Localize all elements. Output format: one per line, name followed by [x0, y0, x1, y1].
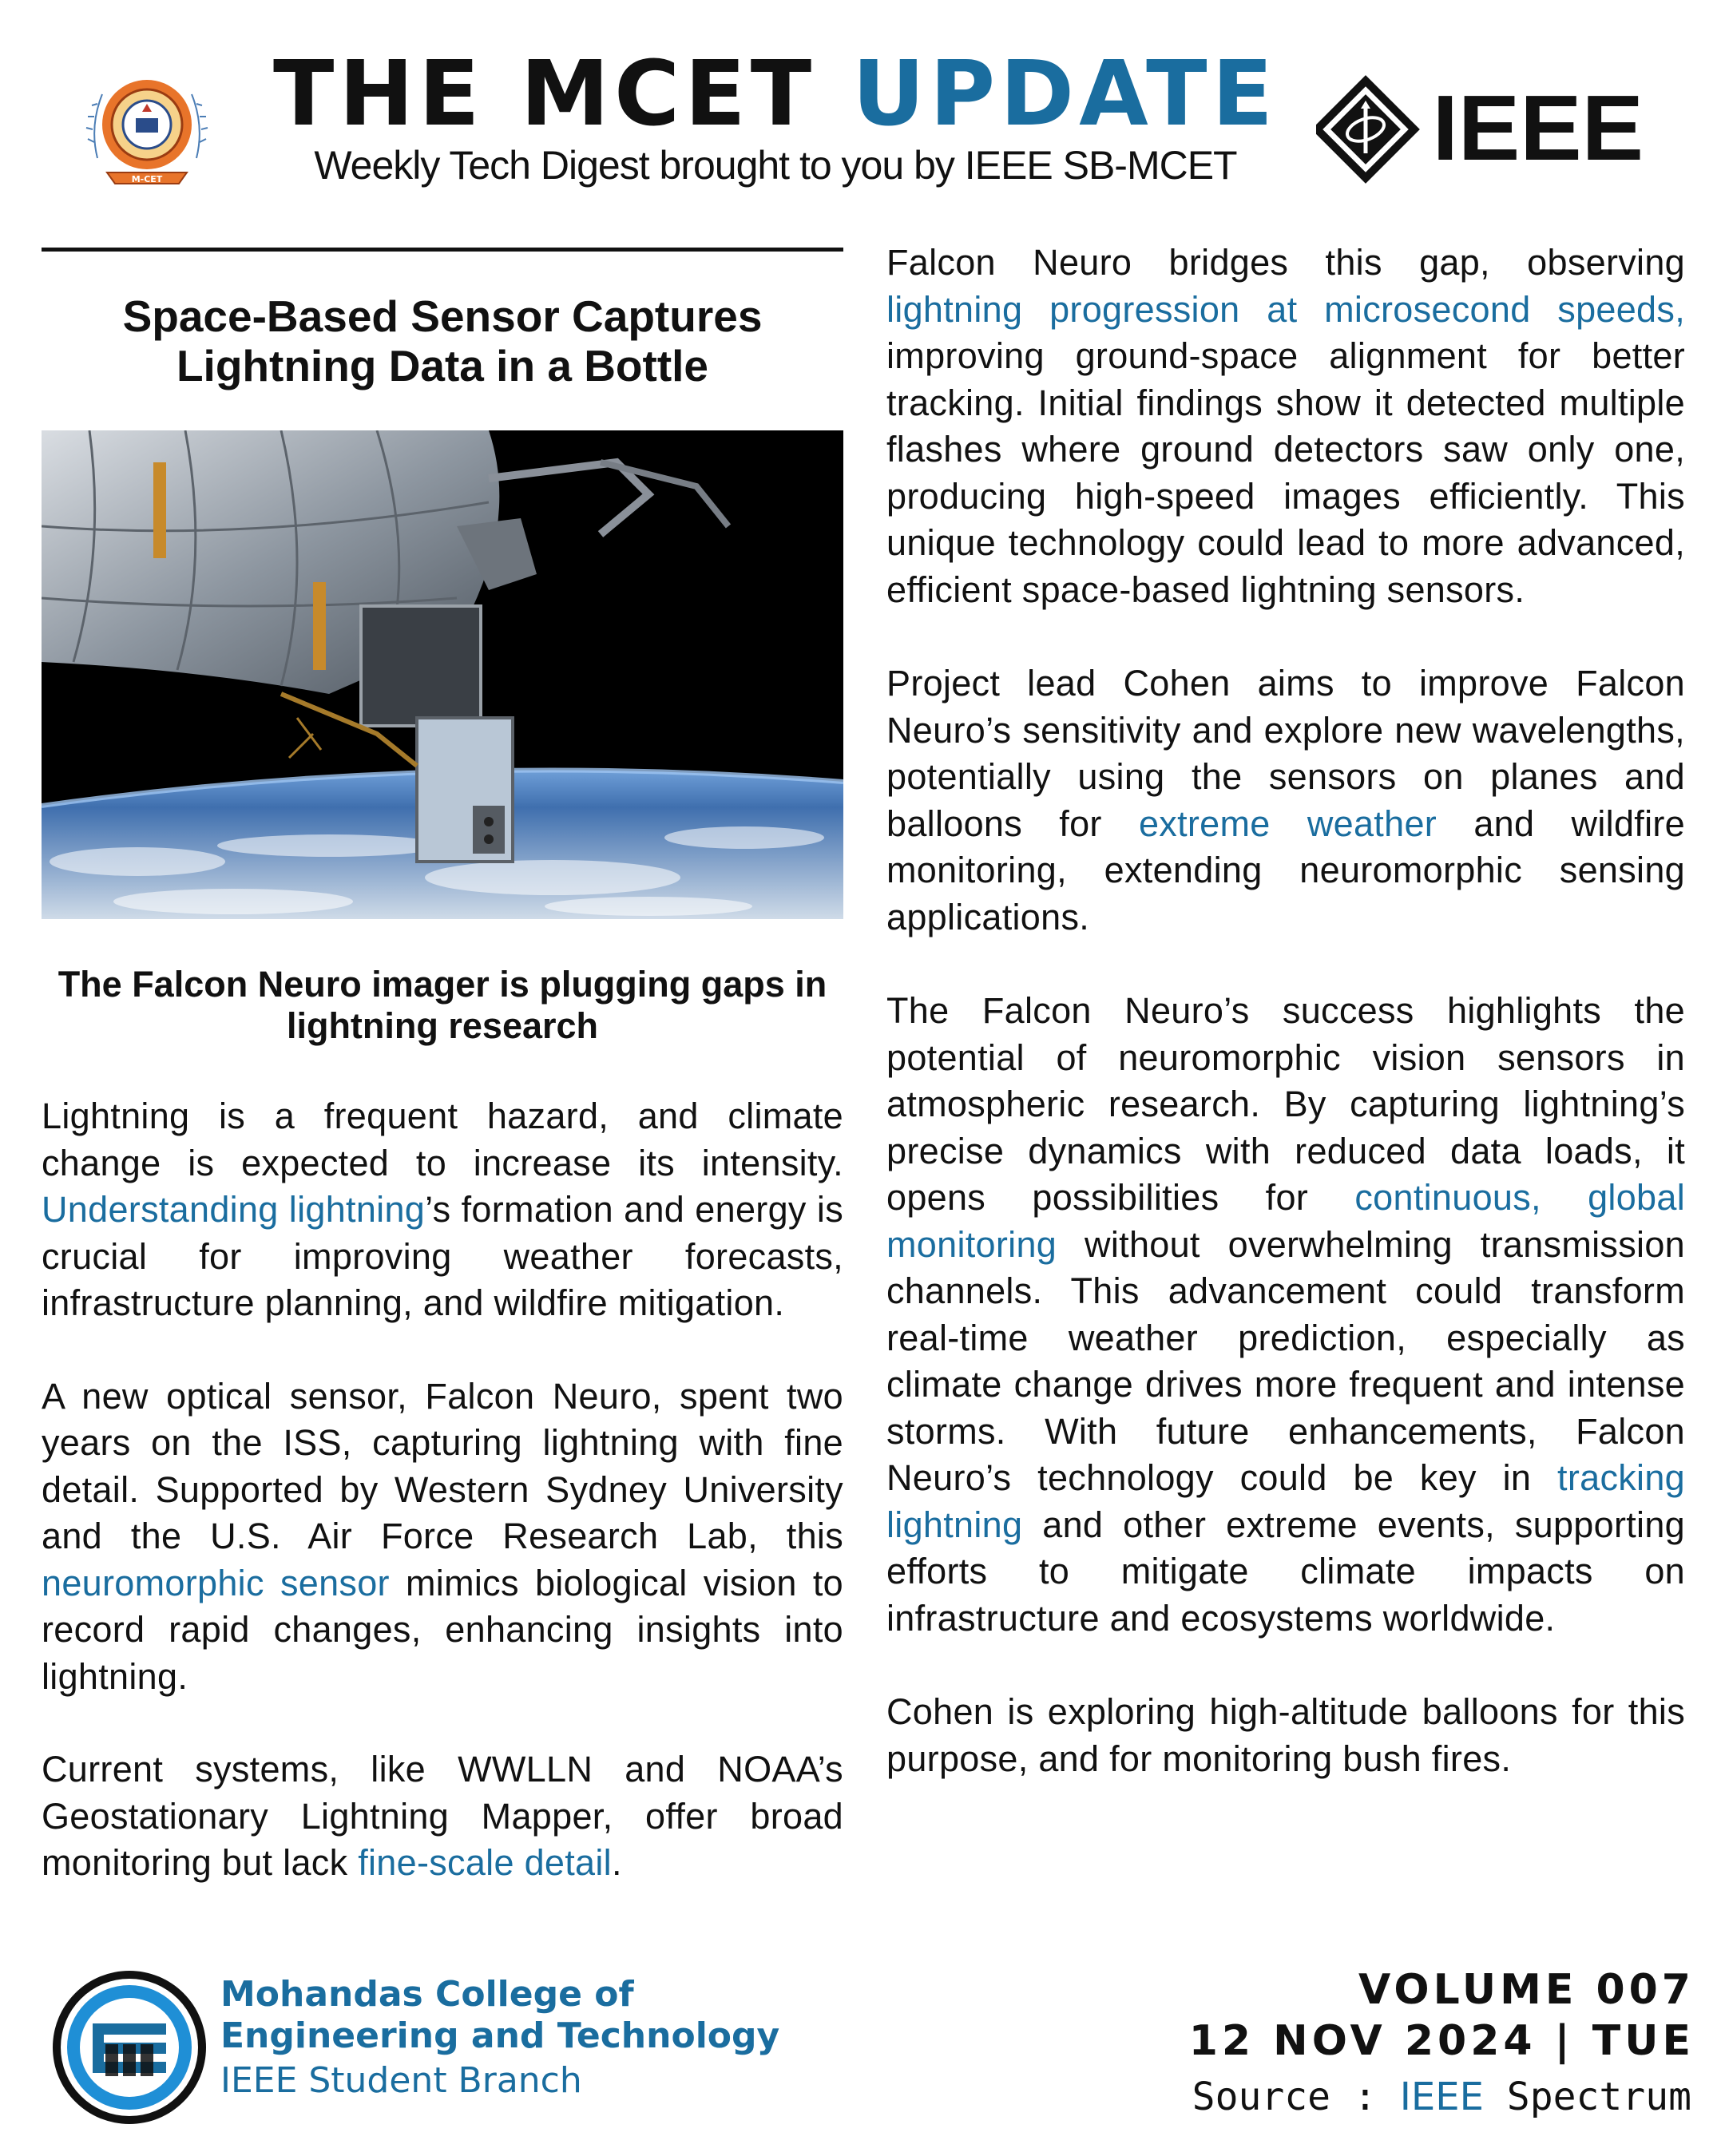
ieee-logo: IEEE	[1316, 75, 1644, 184]
volume-number: VOLUME 007	[1358, 1966, 1695, 2014]
paragraph-5: Project lead Cohen aims to improve Falco…	[886, 660, 1685, 941]
college-name: Mohandas College of Engineering and Tech…	[220, 1974, 779, 2057]
mcet-logo-text: M-CET	[132, 174, 163, 184]
paragraph-3-text-cont: .	[611, 1842, 622, 1883]
paragraph-4-text-cont: improving ground-space alignment for bet…	[886, 335, 1685, 610]
section-divider	[42, 248, 843, 252]
mcet-emblem-logo: M-CET	[85, 80, 208, 184]
paragraph-1-text: Lightning is a frequent hazard, and clim…	[42, 1096, 843, 1183]
paragraph-1: Lightning is a frequent hazard, and clim…	[42, 1093, 843, 1327]
paragraph-4: Falcon Neuro bridges this gap, observing…	[886, 240, 1685, 613]
link-extreme-weather[interactable]: extreme weather	[1139, 803, 1437, 844]
ieee-sb-mcet-logo	[53, 1971, 206, 2124]
article-headline: Space-Based Sensor Captures Lightning Da…	[122, 291, 763, 390]
source-publication: Spectrum	[1483, 2075, 1691, 2119]
right-column: Falcon Neuro bridges this gap, observing…	[886, 240, 1685, 1782]
left-column: Space-Based Sensor Captures Lightning Da…	[42, 248, 843, 1887]
masthead-subtitle: Weekly Tech Digest brought to you by IEE…	[314, 143, 1237, 188]
issue-date: 12 NOV 2024 | TUE	[1188, 2017, 1695, 2065]
paragraph-7: Cohen is exploring high-altitude balloon…	[886, 1691, 1685, 1779]
source-org: IEEE	[1399, 2075, 1484, 2119]
link-understanding-lightning[interactable]: Understanding lightning	[42, 1189, 425, 1230]
article-subheadline: The Falcon Neuro imager is plugging gaps…	[58, 964, 827, 1046]
link-fine-scale-detail[interactable]: fine-scale detail	[358, 1842, 612, 1883]
paragraph-6: The Falcon Neuro’s success highlights th…	[886, 988, 1685, 1642]
iss-earth-photo	[42, 430, 843, 919]
paragraph-2-text: A new optical sensor, Falcon Neuro, spen…	[42, 1375, 843, 1557]
paragraph-4-text: Falcon Neuro bridges this gap, observing	[886, 242, 1685, 283]
ieee-logo-text: IEEE	[1433, 76, 1644, 180]
college-name-line-2: Engineering and Technology	[220, 2015, 780, 2056]
college-name-line-1: Mohandas College of	[220, 1974, 634, 2015]
masthead-title-accent: UPDATE	[852, 42, 1279, 146]
student-branch-label: IEEE Student Branch	[220, 2060, 582, 2101]
paragraph-2: A new optical sensor, Falcon Neuro, spen…	[42, 1373, 843, 1701]
source-label: Source :	[1192, 2075, 1400, 2119]
issue-info: VOLUME 007 12 NOV 2024 | TUE	[1189, 1964, 1695, 2067]
masthead-title-main: THE MCET	[272, 42, 817, 146]
source-credit: Source : IEEE Spectrum	[1192, 2075, 1691, 2119]
masthead-title: THE MCET UPDATE	[260, 50, 1291, 139]
link-neuromorphic-sensor[interactable]: neuromorphic sensor	[42, 1563, 390, 1603]
link-lightning-progression[interactable]: lightning progression at microsecond spe…	[886, 289, 1685, 330]
paragraph-3: Current systems, like WWLLN and NOAA’s G…	[42, 1746, 843, 1887]
